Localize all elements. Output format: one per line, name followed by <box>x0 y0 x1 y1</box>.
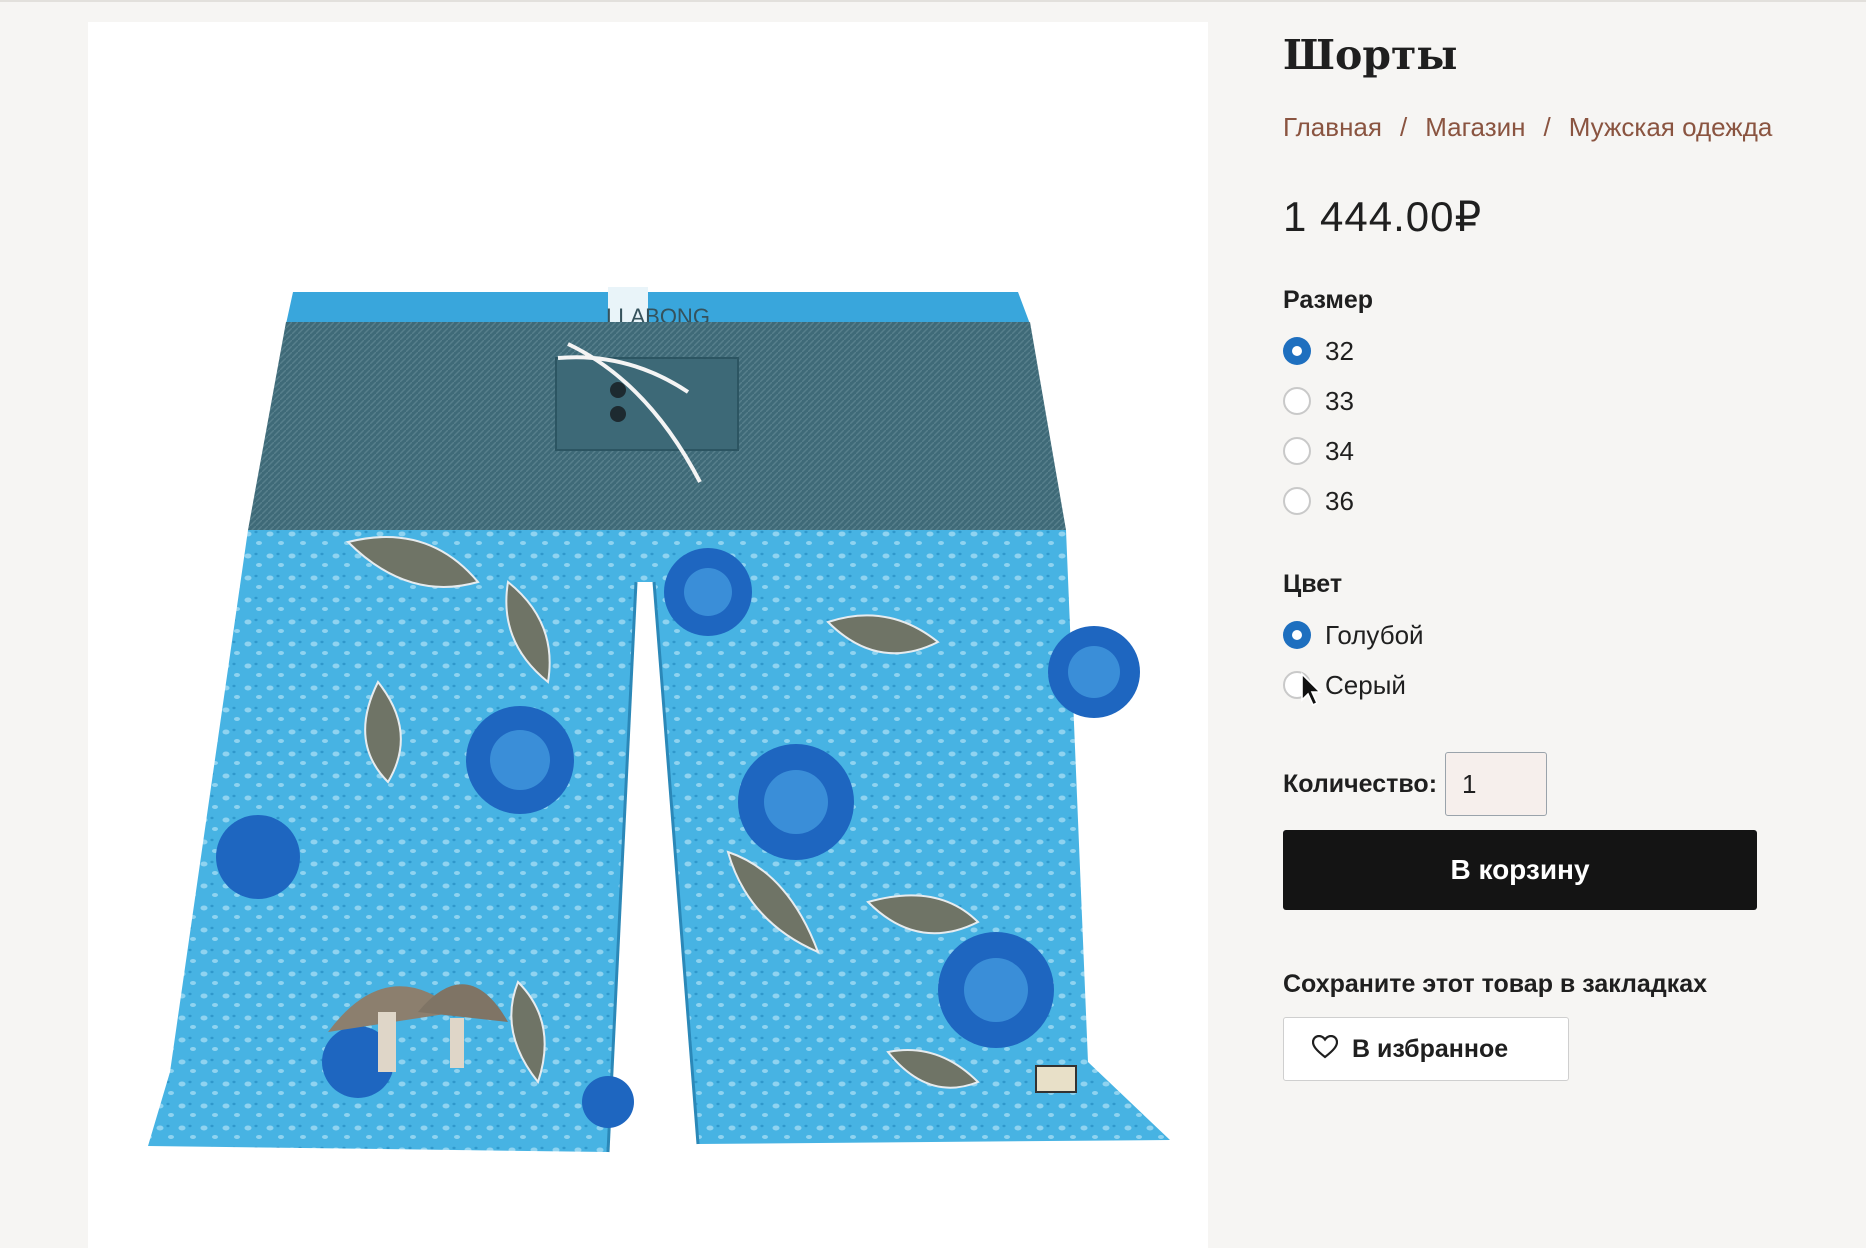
size-option-36[interactable]: 36 <box>1283 476 1823 526</box>
shorts-illustration: LLABONG <box>148 287 1170 1153</box>
size-radio-33[interactable] <box>1283 387 1311 415</box>
page-title: Шорты <box>1283 31 1458 79</box>
color-selector: Цвет Голубой Серый <box>1283 568 1823 710</box>
breadcrumb-home-link[interactable]: Главная <box>1283 112 1382 142</box>
quantity-input[interactable] <box>1445 752 1548 816</box>
quantity-row: Количество: <box>1283 752 1823 816</box>
size-option-32[interactable]: 32 <box>1283 326 1823 376</box>
add-to-favorites-button[interactable]: В избранное <box>1283 1017 1569 1081</box>
size-radio-34[interactable] <box>1283 437 1311 465</box>
size-option-33[interactable]: 33 <box>1283 376 1823 426</box>
breadcrumb-shop-link[interactable]: Магазин <box>1425 112 1525 142</box>
color-radio-blue[interactable] <box>1283 621 1311 649</box>
product-price: 1 444.00₽ <box>1283 193 1483 240</box>
breadcrumb-separator: / <box>1399 112 1408 142</box>
quantity-label: Количество: <box>1283 769 1438 798</box>
size-option-label: 33 <box>1325 385 1354 416</box>
size-option-34[interactable]: 34 <box>1283 426 1823 476</box>
size-options: 32 33 34 36 <box>1283 326 1823 526</box>
heart-icon <box>1311 1034 1339 1064</box>
mouse-cursor-icon <box>1301 672 1322 707</box>
add-to-cart-button[interactable]: В корзину <box>1283 830 1757 910</box>
breadcrumb: Главная / Магазин / Мужская одежда <box>1283 110 1823 144</box>
bookmark-heading: Сохраните этот товар в закладках <box>1283 970 1708 998</box>
size-selector: Размер 32 33 34 36 <box>1283 284 1823 526</box>
size-radio-32[interactable] <box>1283 337 1311 365</box>
color-option-label: Серый <box>1325 669 1406 700</box>
color-option-gray[interactable]: Серый <box>1283 660 1823 710</box>
color-options: Голубой Серый <box>1283 610 1823 710</box>
size-option-label: 32 <box>1325 335 1354 366</box>
favorite-label: В избранное <box>1352 1034 1509 1063</box>
size-label: Размер <box>1283 286 1374 314</box>
breadcrumb-category-link[interactable]: Мужская одежда <box>1569 112 1773 142</box>
color-label: Цвет <box>1283 570 1343 598</box>
size-radio-36[interactable] <box>1283 487 1311 515</box>
product-image: LLABONG <box>88 22 1208 1248</box>
size-option-label: 34 <box>1325 435 1354 466</box>
color-option-label: Голубой <box>1325 619 1424 650</box>
size-option-label: 36 <box>1325 485 1354 516</box>
breadcrumb-separator: / <box>1543 112 1551 142</box>
color-option-blue[interactable]: Голубой <box>1283 610 1823 660</box>
top-border <box>0 0 1866 2</box>
product-info: Шорты Главная / Магазин / Мужская одежда 1 4… <box>1283 30 1823 1081</box>
